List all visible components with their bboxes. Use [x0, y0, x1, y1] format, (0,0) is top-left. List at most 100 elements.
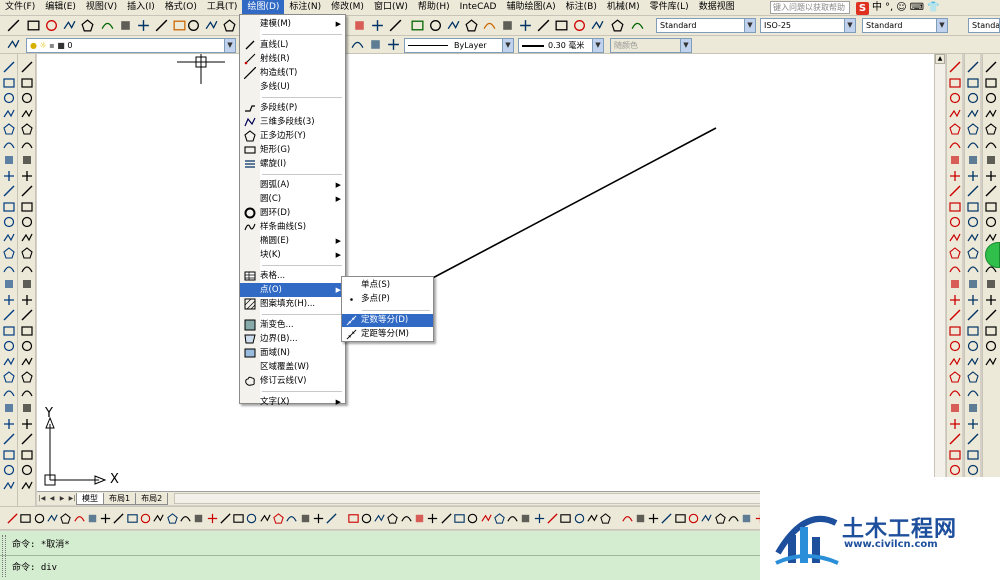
- dim-tool-11-icon[interactable]: [948, 231, 962, 245]
- bottom-tool-3-icon[interactable]: [46, 512, 59, 525]
- draw-menu-item-3[interactable]: 射线(R): [240, 52, 345, 66]
- snap-tool-15-icon[interactable]: [966, 293, 980, 307]
- bottom-tool-20-icon[interactable]: [272, 512, 285, 525]
- dim-tool-20-icon[interactable]: [948, 370, 962, 384]
- bottom-tool-15-icon[interactable]: [206, 512, 219, 525]
- bottom-tool-4-icon[interactable]: [59, 512, 72, 525]
- bottom-tool-16-icon[interactable]: [219, 512, 232, 525]
- standard-tool-14-icon[interactable]: [352, 18, 367, 33]
- bottom-tool-41-icon[interactable]: [559, 512, 572, 525]
- dim-tool-4-icon[interactable]: [948, 122, 962, 136]
- draw-tool-11-icon[interactable]: [2, 231, 16, 245]
- draw-menu-item-10[interactable]: 矩形(G): [240, 143, 345, 157]
- dim-tool-24-icon[interactable]: [948, 432, 962, 446]
- bottom-tool-8-icon[interactable]: [112, 512, 125, 525]
- modify-tool-10-icon[interactable]: [20, 215, 34, 229]
- bottom-tool-49-icon[interactable]: [674, 512, 687, 525]
- vertical-scrollbar[interactable]: ▲ ▼: [934, 54, 945, 491]
- modify-tool-13-icon[interactable]: [20, 262, 34, 276]
- bottom-tool-34-icon[interactable]: [466, 512, 479, 525]
- modify-tool-3-icon[interactable]: [20, 107, 34, 121]
- standard-tool-27-icon[interactable]: [590, 18, 605, 33]
- bottom-tool-51-icon[interactable]: [700, 512, 713, 525]
- standard-tool-17-icon[interactable]: [410, 18, 425, 33]
- draw-tool-7-icon[interactable]: [2, 169, 16, 183]
- snap-tool-20-icon[interactable]: [966, 370, 980, 384]
- draw-tool-24-icon[interactable]: [2, 432, 16, 446]
- command-window[interactable]: 命令: *取消* 命令: div: [0, 531, 760, 580]
- bottom-tool-12-icon[interactable]: [166, 512, 179, 525]
- bottom-tool-19-icon[interactable]: [259, 512, 272, 525]
- bottom-tool-44-icon[interactable]: [599, 512, 612, 525]
- tab-prev-icon[interactable]: ◀: [47, 493, 57, 504]
- menu-item-9[interactable]: 窗口(W): [369, 0, 413, 15]
- modify-tool-5-icon[interactable]: [20, 138, 34, 152]
- bottom-tool-31-icon[interactable]: [426, 512, 439, 525]
- standard-tool-20-icon[interactable]: [464, 18, 479, 33]
- bottom-tool-33-icon[interactable]: [453, 512, 466, 525]
- inquiry-tool-2-icon[interactable]: [984, 91, 998, 105]
- dim-tool-19-icon[interactable]: [948, 355, 962, 369]
- standard-tool-6-icon[interactable]: [118, 18, 133, 33]
- ime-mode-chinese[interactable]: 中: [872, 1, 882, 15]
- draw-menu-item-21[interactable]: 点(O) ▶: [240, 283, 345, 297]
- draw-tool-12-icon[interactable]: [2, 246, 16, 260]
- inquiry-tool-0-icon[interactable]: [984, 60, 998, 74]
- menu-item-6[interactable]: 绘图(D): [242, 0, 285, 15]
- draw-tool-2-icon[interactable]: [2, 91, 16, 105]
- draw-tool-25-icon[interactable]: [2, 448, 16, 462]
- draw-menu-item-7[interactable]: 多段线(P): [240, 101, 345, 115]
- draw-tool-9-icon[interactable]: [2, 200, 16, 214]
- draw-menu-item-4[interactable]: 构造线(T): [240, 66, 345, 80]
- snap-tool-19-icon[interactable]: [966, 355, 980, 369]
- tab-next-icon[interactable]: ▶: [57, 493, 67, 504]
- draw-menu-item-16[interactable]: 样条曲线(S): [240, 220, 345, 234]
- bottom-tool-9-icon[interactable]: [126, 512, 139, 525]
- bottom-tool-29-icon[interactable]: [400, 512, 413, 525]
- dim-tool-23-icon[interactable]: [948, 417, 962, 431]
- bottom-tool-42-icon[interactable]: [573, 512, 586, 525]
- inquiry-tool-4-icon[interactable]: [984, 122, 998, 136]
- tab-layout2[interactable]: 布局2: [135, 492, 169, 505]
- standard-tool-7-icon[interactable]: [136, 18, 151, 33]
- inquiry-tool-15-icon[interactable]: [984, 293, 998, 307]
- inquiry-tool-19-icon[interactable]: [984, 355, 998, 369]
- bottom-tool-13-icon[interactable]: [179, 512, 192, 525]
- snap-tool-3-icon[interactable]: [966, 107, 980, 121]
- snap-tool-12-icon[interactable]: [966, 246, 980, 260]
- standard-tool-16-icon[interactable]: [388, 18, 403, 33]
- modify-tool-16-icon[interactable]: [20, 308, 34, 322]
- draw-menu-item-13[interactable]: 圆弧(A) ▶: [240, 178, 345, 192]
- modify-tool-9-icon[interactable]: [20, 200, 34, 214]
- bottom-tool-27-icon[interactable]: [373, 512, 386, 525]
- standard-tool-2-icon[interactable]: [44, 18, 59, 33]
- draw-menu-item-0[interactable]: 建模(M) ▶: [240, 17, 345, 31]
- modify-tool-11-icon[interactable]: [20, 231, 34, 245]
- standard-tool-4-icon[interactable]: [80, 18, 95, 33]
- draw-menu-item-2[interactable]: 直线(L): [240, 38, 345, 52]
- bottom-tool-38-icon[interactable]: [519, 512, 532, 525]
- inquiry-tool-6-icon[interactable]: [984, 153, 998, 167]
- menu-item-12[interactable]: 辅助绘图(A): [501, 0, 560, 15]
- menu-item-14[interactable]: 机械(M): [602, 0, 645, 15]
- chevron-down-icon[interactable]: ▼: [936, 19, 947, 32]
- inquiry-tool-5-icon[interactable]: [984, 138, 998, 152]
- menu-item-10[interactable]: 帮助(H): [413, 0, 455, 15]
- draw-menu-item-14[interactable]: 圆(C) ▶: [240, 192, 345, 206]
- menu-item-11[interactable]: InteCAD: [455, 0, 502, 15]
- inquiry-tool-16-icon[interactable]: [984, 308, 998, 322]
- bottom-tool-54-icon[interactable]: [740, 512, 753, 525]
- bottom-tool-45-icon[interactable]: [621, 512, 634, 525]
- draw-tool-23-icon[interactable]: [2, 417, 16, 431]
- dim-tool-22-icon[interactable]: [948, 401, 962, 415]
- bottom-tool-23-icon[interactable]: [312, 512, 325, 525]
- text-style-select[interactable]: Standard ▼: [656, 18, 756, 33]
- chevron-down-icon[interactable]: ▼: [844, 19, 855, 32]
- snap-tool-6-icon[interactable]: [966, 153, 980, 167]
- bottom-tool-52-icon[interactable]: [714, 512, 727, 525]
- snap-tool-1-icon[interactable]: [966, 76, 980, 90]
- dim-tool-3-icon[interactable]: [948, 107, 962, 121]
- snap-tool-14-icon[interactable]: [966, 277, 980, 291]
- inquiry-tool-14-icon[interactable]: [984, 277, 998, 291]
- draw-menu-item-5[interactable]: 多线(U): [240, 80, 345, 94]
